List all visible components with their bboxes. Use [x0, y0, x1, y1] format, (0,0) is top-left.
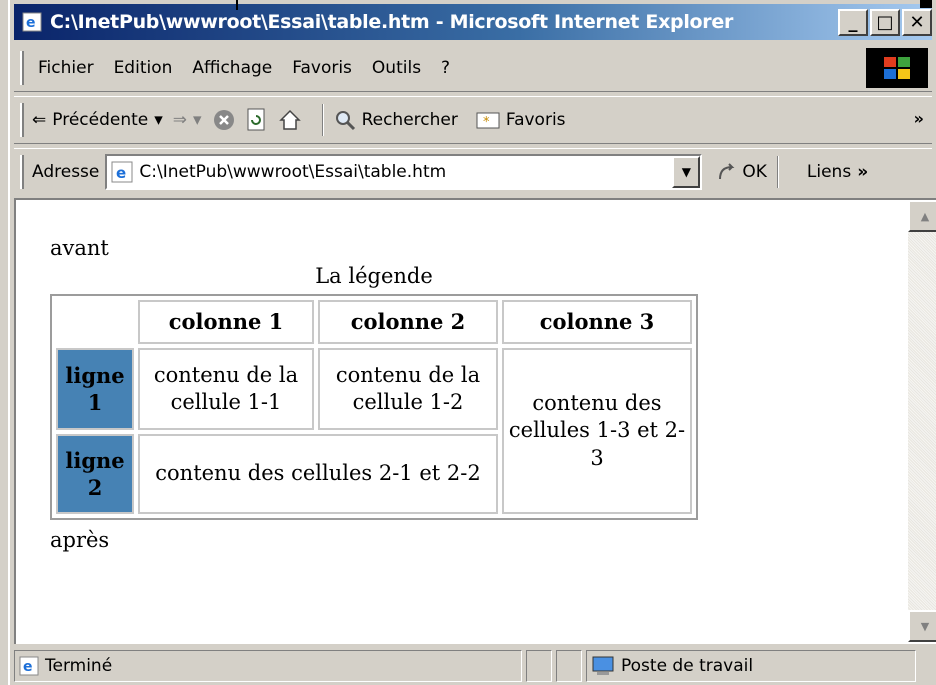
column-header-2: colonne 2: [318, 300, 498, 344]
status-panel-main: e Terminé: [14, 650, 522, 682]
menu-help[interactable]: ?: [435, 58, 464, 78]
browser-window: e C:\InetPub\wwwroot\Essai\table.htm - M…: [8, 0, 936, 685]
home-icon: [278, 109, 301, 130]
vertical-scrollbar[interactable]: ▲ ▼: [908, 200, 936, 642]
status-bar: e Terminé Poste de travail: [14, 648, 934, 684]
maximize-button[interactable]: □: [870, 9, 900, 36]
menu-edition[interactable]: Edition: [108, 58, 187, 78]
favorites-icon: *: [476, 112, 500, 130]
window-title: C:\InetPub\wwwroot\Essai\table.htm - Mic…: [50, 11, 734, 33]
toolbar-more-icon[interactable]: »: [914, 109, 924, 128]
address-value: C:\InetPub\wwwroot\Essai\table.htm: [139, 161, 447, 182]
status-text: Terminé: [45, 656, 113, 676]
title-bar[interactable]: e C:\InetPub\wwwroot\Essai\table.htm - M…: [14, 4, 932, 40]
toolbar-grip[interactable]: [20, 103, 24, 137]
forward-arrow-icon: ⇒: [172, 110, 188, 130]
before-text: avant: [50, 236, 109, 260]
svg-text:*: *: [483, 115, 490, 130]
address-grip[interactable]: [20, 154, 24, 189]
toolbar-separator: [321, 104, 324, 136]
column-header-3: colonne 3: [502, 300, 692, 344]
after-text: après: [50, 528, 110, 552]
forward-button[interactable]: ⇒ ▾: [173, 110, 202, 130]
menu-outils[interactable]: Outils: [366, 58, 435, 78]
stop-button[interactable]: [212, 108, 236, 132]
favorites-label: Favoris: [505, 110, 566, 130]
ie-page-icon: e: [111, 161, 133, 182]
menu-bar: Fichier Edition Affichage Favoris Outils…: [14, 44, 932, 92]
search-label: Rechercher: [361, 110, 458, 130]
stop-icon: [213, 110, 234, 130]
address-dropdown-button[interactable]: ▼: [672, 155, 701, 188]
go-button[interactable]: OK: [716, 161, 767, 183]
links-label: Liens: [806, 161, 852, 182]
menu-fichier[interactable]: Fichier: [32, 58, 108, 78]
address-input[interactable]: e C:\InetPub\wwwroot\Essai\table.htm ▼: [105, 153, 703, 190]
demo-table: La légende colonne 1 colonne 2 colonne 3…: [50, 264, 698, 520]
menu-favoris[interactable]: Favoris: [286, 58, 366, 78]
back-button[interactable]: ⇐ Précédente ▾: [32, 110, 163, 130]
scroll-down-button[interactable]: ▼: [908, 610, 936, 642]
window-corner-mark: [920, 0, 932, 8]
column-header-1: colonne 1: [138, 300, 314, 344]
table-caption: La légende: [315, 264, 433, 288]
table-cell-1-3-2-3: contenu des cellules 1-3 et 2-3: [502, 348, 692, 514]
ie-page-icon: e: [19, 656, 39, 676]
address-label: Adresse: [32, 161, 100, 182]
go-icon: [719, 162, 735, 179]
row-header-1: ligne 1: [56, 348, 134, 430]
back-dropdown-icon[interactable]: ▾: [154, 110, 163, 130]
status-panel-secure: [556, 650, 582, 682]
back-arrow-icon: ⇐: [32, 110, 47, 130]
favorites-button[interactable]: * Favoris: [476, 110, 566, 130]
zone-text: Poste de travail: [621, 656, 754, 676]
menu-grip[interactable]: [20, 50, 24, 85]
table-cell-2-1-2-2: contenu des cellules 2-1 et 2-2: [138, 434, 498, 514]
document-body: avant La légende colonne 1 colonne 2 col…: [50, 236, 910, 552]
address-bar: Adresse e C:\InetPub\wwwroot\Essai\table…: [14, 148, 932, 194]
links-more-icon: »: [857, 161, 869, 182]
scroll-up-button[interactable]: ▲: [908, 200, 936, 232]
menu-affichage[interactable]: Affichage: [186, 58, 286, 78]
table-corner-cell: [56, 300, 134, 344]
ie-page-icon[interactable]: e: [20, 10, 44, 34]
table-cell-1-2: contenu de la cellule 1-2: [318, 348, 498, 430]
links-button[interactable]: Liens »: [807, 162, 868, 182]
close-button[interactable]: ✕: [902, 9, 932, 36]
windows-logo-icon: [866, 48, 928, 88]
search-icon: [335, 111, 355, 131]
svg-text:e: e: [26, 15, 36, 31]
computer-icon: [592, 656, 614, 675]
address-separator: [776, 155, 779, 188]
search-button[interactable]: Rechercher: [334, 109, 458, 131]
svg-text:e: e: [116, 164, 126, 182]
minimize-button[interactable]: _: [838, 9, 868, 36]
forward-dropdown-icon[interactable]: ▾: [193, 110, 202, 130]
refresh-icon: [247, 108, 265, 131]
window-edge-mark: [236, 0, 238, 10]
go-label: OK: [742, 161, 767, 182]
status-panel-zone: Poste de travail: [586, 650, 916, 682]
home-button[interactable]: [278, 108, 302, 132]
status-panel-progress: [526, 650, 552, 682]
table-cell-1-1: contenu de la cellule 1-1: [138, 348, 314, 430]
svg-text:e: e: [23, 659, 33, 675]
refresh-button[interactable]: [246, 108, 268, 132]
standard-toolbar: ⇐ Précédente ▾ ⇒ ▾ Rechercher * Favoris …: [14, 96, 932, 144]
back-label: Précédente: [52, 110, 149, 130]
page-viewport: avant La légende colonne 1 colonne 2 col…: [14, 198, 936, 644]
row-header-2: ligne 2: [56, 434, 134, 514]
